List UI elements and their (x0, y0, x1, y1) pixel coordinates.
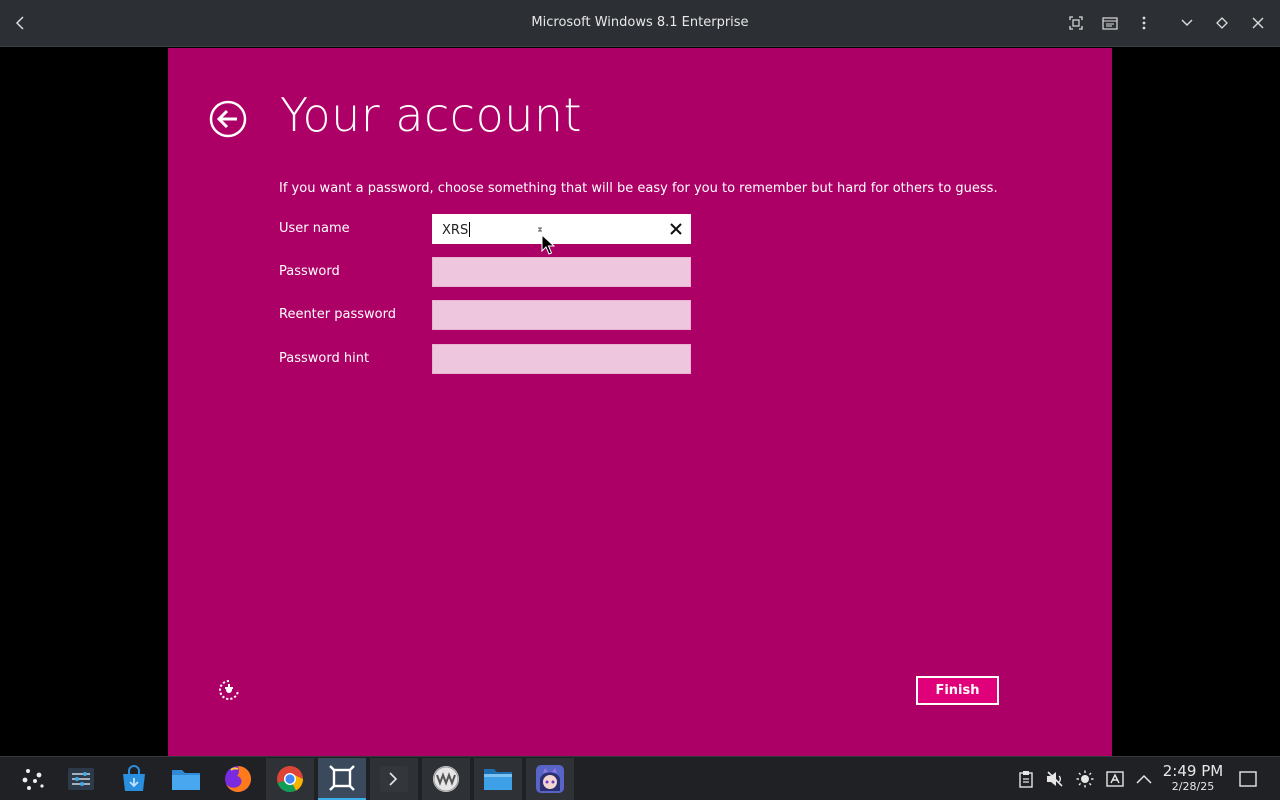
folder-icon[interactable] (162, 758, 210, 800)
clock[interactable]: 2:49 PM 2/28/25 (1160, 762, 1226, 794)
anime-app-icon[interactable] (526, 758, 574, 800)
user-name-label: User name (279, 221, 350, 236)
window-title: Microsoft Windows 8.1 Enterprise (531, 15, 749, 30)
volume-muted-icon[interactable] (1045, 769, 1065, 789)
page-title: Your account (280, 88, 583, 142)
reenter-password-label: Reenter password (279, 307, 396, 322)
screenshot-icon[interactable] (1099, 12, 1121, 34)
back-circle-icon[interactable] (209, 100, 247, 138)
clock-time: 2:49 PM (1162, 762, 1224, 780)
password-row: Password (279, 257, 699, 287)
vm-screen[interactable]: Your account If you want a password, cho… (168, 48, 1112, 756)
chrome-icon[interactable] (266, 758, 314, 800)
password-label: Password (279, 264, 340, 279)
terminal-icon[interactable] (370, 758, 418, 800)
user-name-row: User name XRS (279, 214, 699, 244)
fullscreen-icon[interactable] (1065, 12, 1087, 34)
mouse-pointer-icon (537, 227, 556, 255)
text-caret (469, 222, 471, 237)
app-launcher-icon[interactable] (9, 758, 57, 800)
file-manager-icon[interactable] (474, 758, 522, 800)
maximize-icon[interactable] (1211, 12, 1233, 34)
finish-button[interactable]: Finish (916, 676, 999, 705)
reenter-password-input[interactable] (432, 300, 691, 330)
user-name-value: XRS (442, 222, 471, 238)
brightness-icon[interactable] (1075, 769, 1095, 789)
more-options-icon[interactable] (1133, 12, 1155, 34)
password-hint-label: Password hint (279, 351, 370, 366)
close-window-icon[interactable] (1247, 12, 1269, 34)
vmware-icon[interactable] (422, 758, 470, 800)
clear-text-icon[interactable] (668, 221, 684, 237)
keyboard-layout-icon[interactable] (1105, 769, 1125, 789)
window-title-bar: Microsoft Windows 8.1 Enterprise (0, 0, 1280, 47)
instructions-text: If you want a password, choose something… (279, 181, 998, 196)
reenter-password-row: Reenter password (279, 300, 699, 330)
password-hint-row: Password hint (279, 344, 699, 374)
show-desktop-icon[interactable] (1238, 769, 1258, 789)
clipboard-icon[interactable] (1016, 769, 1036, 789)
minimize-icon[interactable] (1176, 12, 1198, 34)
settings-icon[interactable] (57, 758, 105, 800)
password-input[interactable] (432, 257, 691, 287)
taskbar: 2:49 PM 2/28/25 (0, 756, 1280, 800)
user-name-input[interactable]: XRS (432, 214, 691, 244)
ease-of-access-icon[interactable] (217, 678, 241, 702)
tray-expand-icon[interactable] (1134, 769, 1154, 789)
store-icon[interactable] (110, 758, 158, 800)
clock-date: 2/28/25 (1171, 780, 1215, 793)
vm-manager-icon[interactable] (318, 758, 366, 800)
firefox-icon[interactable] (214, 758, 262, 800)
password-hint-input[interactable] (432, 344, 691, 374)
